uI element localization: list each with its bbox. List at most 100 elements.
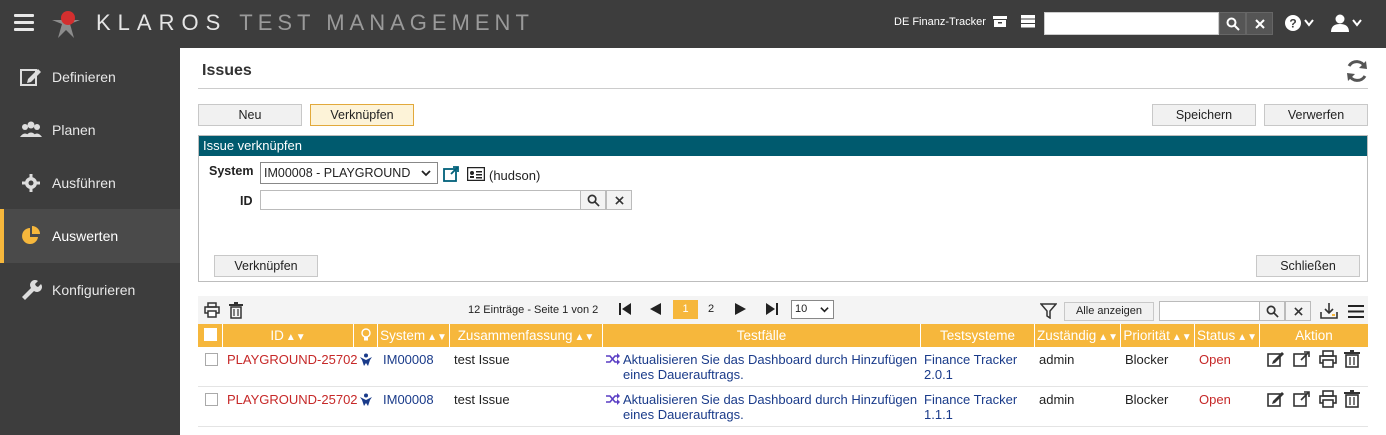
panel-close-button[interactable]: Schließen (1256, 255, 1360, 277)
user-menu[interactable] (1330, 12, 1364, 34)
panel-link-button[interactable]: Verknüpfen (214, 255, 318, 277)
sidebar-item-planen[interactable]: Planen (0, 103, 180, 157)
help-menu[interactable]: ? (1284, 12, 1314, 34)
issue-id[interactable]: PLAYGROUND-25702 (227, 352, 358, 367)
global-search-input[interactable] (1044, 12, 1219, 35)
column-header-summary[interactable]: Zusammenfassung ▲▼ (450, 324, 603, 347)
print-icon[interactable] (1319, 350, 1337, 368)
link-issue-button[interactable]: Verknüpfen (310, 104, 414, 126)
id-card-icon (467, 167, 485, 181)
trash-icon[interactable] (1343, 390, 1361, 408)
svg-text:?: ? (1289, 17, 1296, 31)
save-button[interactable]: Speichern (1152, 104, 1256, 126)
table-filter-input[interactable] (1159, 301, 1260, 321)
external-link-icon[interactable] (1293, 350, 1311, 368)
sort-icon: ▲▼ (1171, 332, 1192, 343)
lightbulb-icon (361, 328, 371, 341)
search-icon (1226, 17, 1240, 31)
klaros-logo-icon (52, 11, 80, 38)
system-user: (hudson) (489, 168, 541, 183)
export-icon[interactable] (1320, 302, 1338, 319)
column-header-system[interactable]: System ▲▼ (378, 324, 450, 347)
table-row: PLAYGROUND-25702 IM00008 test Issue Aktu… (198, 347, 1368, 387)
external-link-icon[interactable] (443, 165, 460, 182)
menu-icon[interactable] (14, 14, 34, 32)
print-icon[interactable] (204, 302, 220, 318)
select-all-cell (198, 324, 223, 347)
brand-sub: TEST MANAGEMENT (239, 10, 534, 35)
edit-icon[interactable] (1267, 350, 1285, 368)
print-icon[interactable] (1319, 390, 1337, 408)
search-icon (1266, 305, 1279, 318)
project-name[interactable]: DE Finanz-Tracker (894, 16, 986, 28)
table-header: ID ▲▼ System ▲▼ Zusammenfassung ▲▼ Testfäll… (198, 324, 1368, 347)
global-search-clear-button[interactable] (1246, 12, 1273, 35)
sidebar-item-label: Planen (52, 122, 96, 138)
column-header-type[interactable] (354, 324, 378, 347)
column-header-assignee[interactable]: Zuständig ▲▼ (1035, 324, 1121, 347)
issue-summary: test Issue (454, 392, 510, 407)
trash-icon[interactable] (228, 302, 244, 319)
pie-chart-icon (22, 226, 40, 244)
refresh-icon[interactable] (1344, 58, 1370, 84)
show-all-button[interactable]: Alle anzeigen (1064, 302, 1154, 321)
pagination-summary: 12 Einträge - Seite 1 von 2 (468, 304, 599, 316)
close-icon (1255, 19, 1265, 29)
issue-id-clear-button[interactable] (606, 190, 632, 210)
issue-system[interactable]: IM00008 (383, 392, 434, 407)
row-checkbox[interactable] (205, 393, 218, 406)
issue-status: Open (1199, 392, 1231, 407)
external-link-icon[interactable] (1293, 390, 1311, 408)
wrench-icon (22, 280, 42, 300)
user-icon (1331, 14, 1349, 32)
discard-button[interactable]: Verwerfen (1264, 104, 1368, 126)
column-header-id[interactable]: ID ▲▼ (223, 324, 354, 347)
page-2-button[interactable]: 2 (702, 300, 720, 319)
system-select[interactable]: IM00008 - PLAYGROUND (260, 162, 438, 184)
issue-id[interactable]: PLAYGROUND-25702 (227, 392, 358, 407)
issue-assignee: admin (1039, 392, 1075, 407)
sort-icon: ▲▼ (1098, 332, 1119, 343)
last-page-icon[interactable] (765, 302, 779, 316)
search-icon (587, 194, 600, 207)
issue-testcase-link[interactable]: Aktualisieren Sie das Dashboard durch Hi… (623, 392, 919, 422)
row-checkbox[interactable] (205, 353, 218, 366)
close-icon (615, 196, 624, 205)
sidebar-item-definieren[interactable]: Definieren (0, 50, 180, 104)
issue-id-search-button[interactable] (580, 190, 606, 210)
trash-icon[interactable] (1343, 350, 1361, 368)
chevron-down-icon (820, 307, 829, 313)
issue-status: Open (1199, 352, 1231, 367)
issue-summary: test Issue (454, 352, 510, 367)
column-header-status[interactable]: Status ▲▼ (1195, 324, 1260, 347)
filter-icon[interactable] (1040, 303, 1057, 319)
sidebar-item-label: Auswerten (52, 228, 119, 244)
issue-id-input[interactable] (260, 190, 581, 210)
page-1-button[interactable]: 1 (673, 300, 698, 319)
page-size-select[interactable]: 10 (791, 300, 834, 319)
sidebar-item-auswerten[interactable]: Auswerten (0, 209, 180, 263)
column-header-priority[interactable]: Priorität ▲▼ (1121, 324, 1195, 347)
archive-icon[interactable] (992, 13, 1008, 29)
first-page-icon[interactable] (618, 302, 632, 316)
issue-testsystem[interactable]: Finance Tracker 2.0.1 (924, 352, 1032, 382)
select-all-checkbox[interactable] (204, 328, 217, 341)
issue-system[interactable]: IM00008 (383, 352, 434, 367)
edit-icon[interactable] (1267, 390, 1285, 408)
global-search-button[interactable] (1219, 12, 1246, 35)
page-size-value: 10 (795, 303, 808, 315)
table-filter-clear-button[interactable] (1285, 301, 1311, 321)
sidebar-item-konfigurieren[interactable]: Konfigurieren (0, 263, 180, 317)
issue-testsystem[interactable]: Finance Tracker 1.1.1 (924, 392, 1032, 422)
next-page-icon[interactable] (734, 302, 748, 316)
chevron-down-icon (1352, 19, 1362, 27)
sidebar-item-label: Konfigurieren (52, 282, 136, 298)
server-icon[interactable] (1020, 13, 1036, 29)
issue-testcase-link[interactable]: Aktualisieren Sie das Dashboard durch Hi… (623, 352, 919, 382)
help-icon: ? (1285, 15, 1301, 31)
sidebar-item-ausfuehren[interactable]: Ausführen (0, 156, 180, 210)
new-button[interactable]: Neu (198, 104, 302, 126)
table-filter-search-button[interactable] (1259, 301, 1285, 321)
columns-menu-icon[interactable] (1348, 305, 1364, 318)
previous-page-icon[interactable] (648, 302, 662, 316)
